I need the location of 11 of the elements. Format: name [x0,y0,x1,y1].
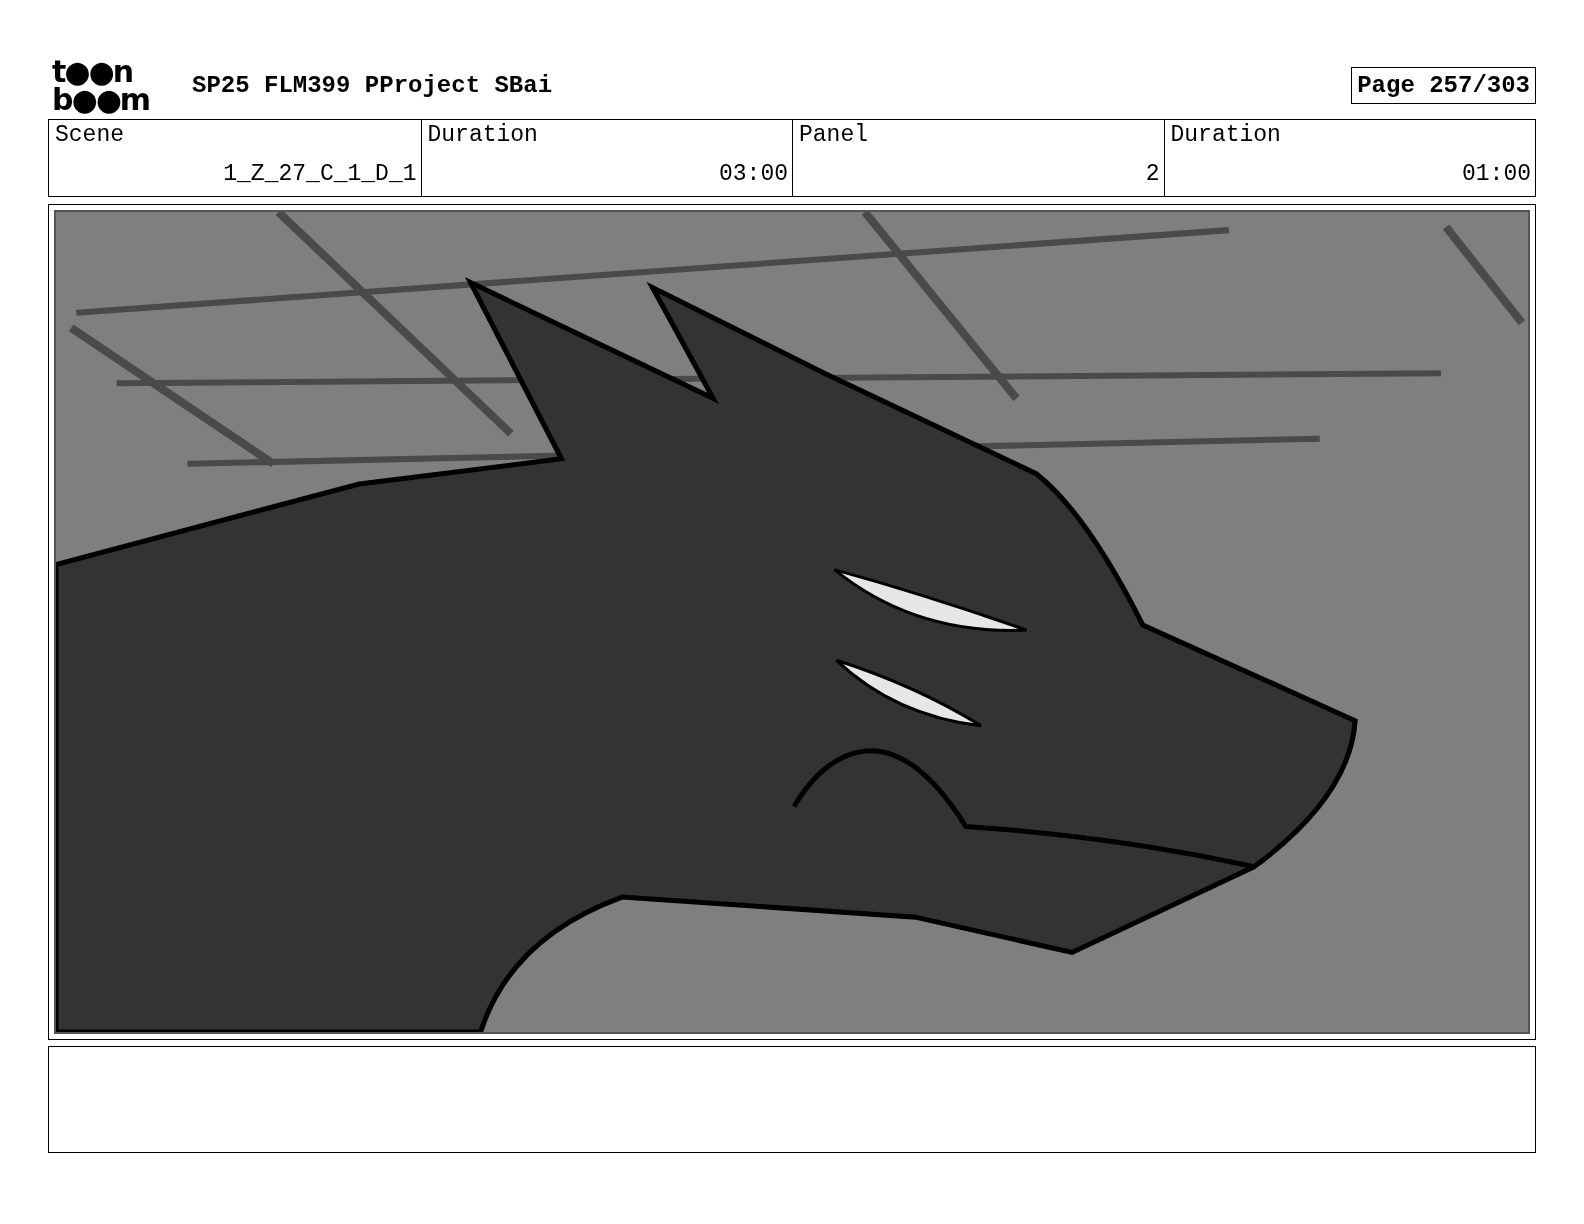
storyboard-title: SP25 FLM399 PProject SBai [192,72,554,99]
table-cell: 03:00 [420,157,792,196]
table-cell: 01:00 [1163,157,1535,196]
column-header: Duration [1163,120,1535,157]
page-number: Page 257/303 [1351,67,1536,104]
table-cell-text: 1_Z_27_C_1_D_1 [222,160,418,189]
table-cell: 2 [792,157,1164,196]
column-header: Panel [792,120,1164,157]
column-header: Scene [54,121,125,150]
column-header: Duration [420,120,792,157]
logo: t●●n b●●m [52,57,151,114]
